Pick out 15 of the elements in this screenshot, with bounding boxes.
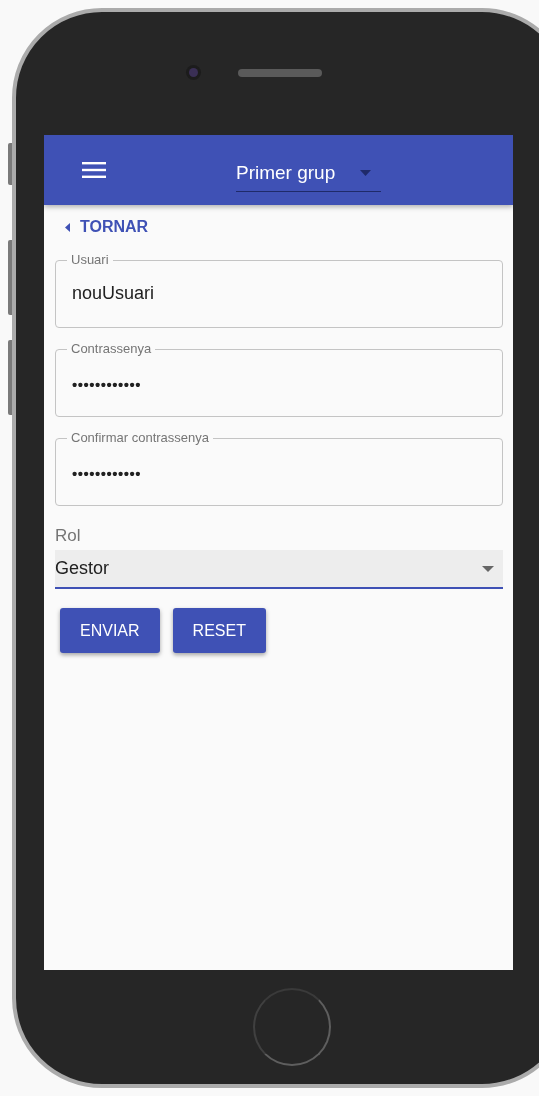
menu-icon[interactable] xyxy=(82,162,106,178)
caret-icon xyxy=(360,170,371,176)
caret-icon xyxy=(482,565,494,572)
field-label: Usuari xyxy=(67,252,113,267)
group-dropdown[interactable]: Primer grup xyxy=(236,162,381,192)
speaker-icon xyxy=(238,69,322,77)
field-label: Contrassenya xyxy=(67,341,156,356)
field-label: Confirmar contrassenya xyxy=(67,430,213,445)
select-label: Rol xyxy=(55,526,81,546)
back-link[interactable]: TORNAR xyxy=(65,218,149,236)
camera-icon xyxy=(189,68,198,77)
form-button[interactable]: RESET xyxy=(172,608,266,653)
caret-icon xyxy=(65,222,70,232)
role-dropdown[interactable]: Gestor xyxy=(55,550,503,589)
form-button[interactable]: ENVIAR xyxy=(60,608,160,653)
